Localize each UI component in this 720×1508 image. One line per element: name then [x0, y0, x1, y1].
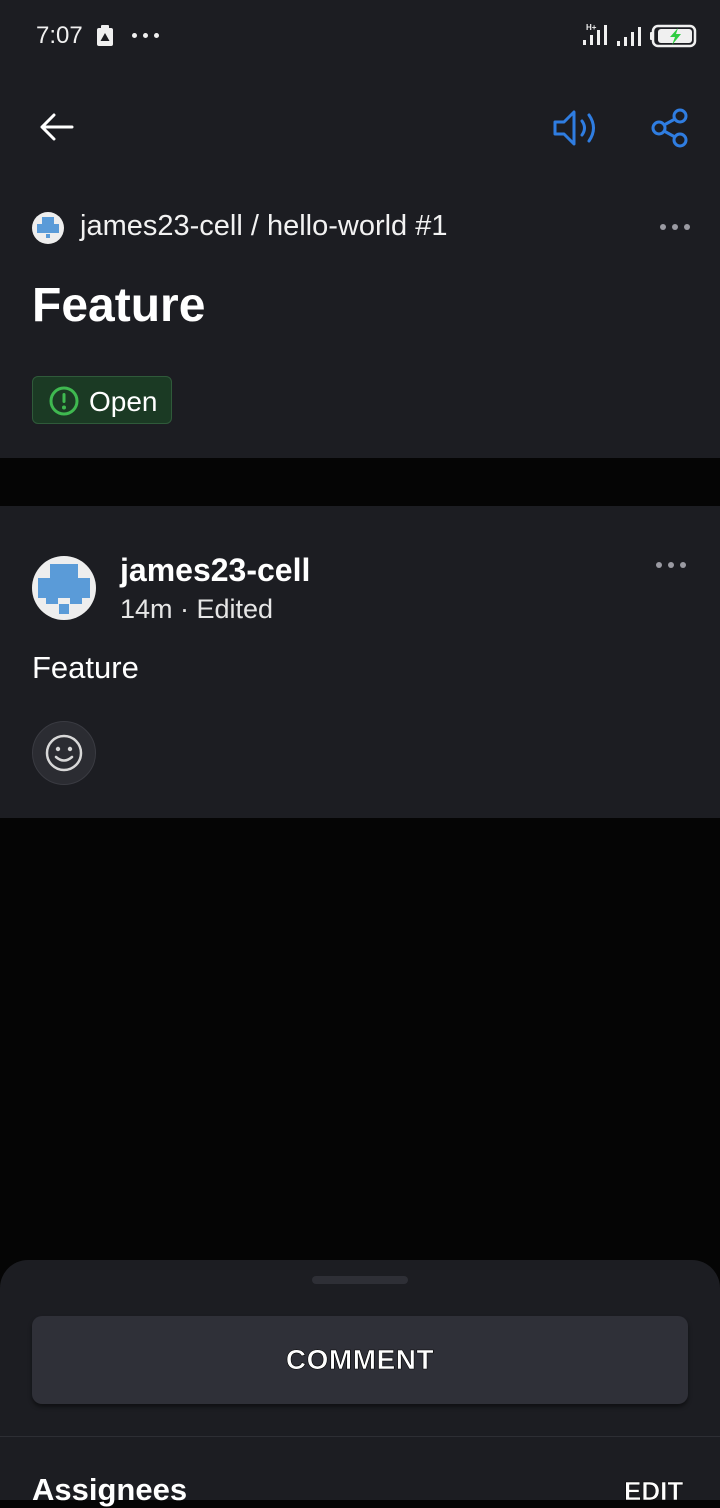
- assignees-label: Assignees: [32, 1472, 188, 1507]
- comment-meta: 14m · Edited: [120, 594, 274, 624]
- repo-path[interactable]: james23-cell / hello-world #1: [80, 210, 448, 243]
- sheet-divider: [0, 1436, 720, 1437]
- comment-button[interactable]: COMMENT: [32, 1316, 688, 1404]
- smiley-icon: [45, 734, 83, 772]
- signal-4g-icon: H+: [583, 23, 607, 45]
- comment-more-icon[interactable]: [656, 562, 686, 568]
- comment-body: Feature: [32, 650, 139, 685]
- status-label: Open: [89, 386, 158, 417]
- author-avatar[interactable]: [32, 556, 96, 620]
- status-badge: Open: [32, 376, 172, 424]
- sheet-drag-handle[interactable]: [312, 1276, 408, 1284]
- issue-title: Feature: [32, 279, 206, 332]
- status-time: 7:07: [36, 22, 83, 49]
- comment-author[interactable]: james23-cell: [120, 552, 310, 589]
- back-button[interactable]: [38, 112, 76, 142]
- signal-icon: [617, 27, 641, 46]
- battery-charging-icon: [650, 24, 697, 48]
- speaker-icon[interactable]: [552, 108, 602, 148]
- issue-more-icon[interactable]: [660, 224, 690, 230]
- issue-open-icon: [49, 386, 79, 416]
- share-icon[interactable]: [650, 108, 690, 148]
- battery-saver-icon: [97, 25, 113, 46]
- svg-text:H+: H+: [586, 23, 597, 32]
- add-reaction-button[interactable]: [32, 721, 96, 785]
- repo-avatar: [32, 212, 64, 244]
- edit-assignees-button[interactable]: EDIT: [624, 1476, 684, 1507]
- more-dots-icon: [132, 33, 159, 38]
